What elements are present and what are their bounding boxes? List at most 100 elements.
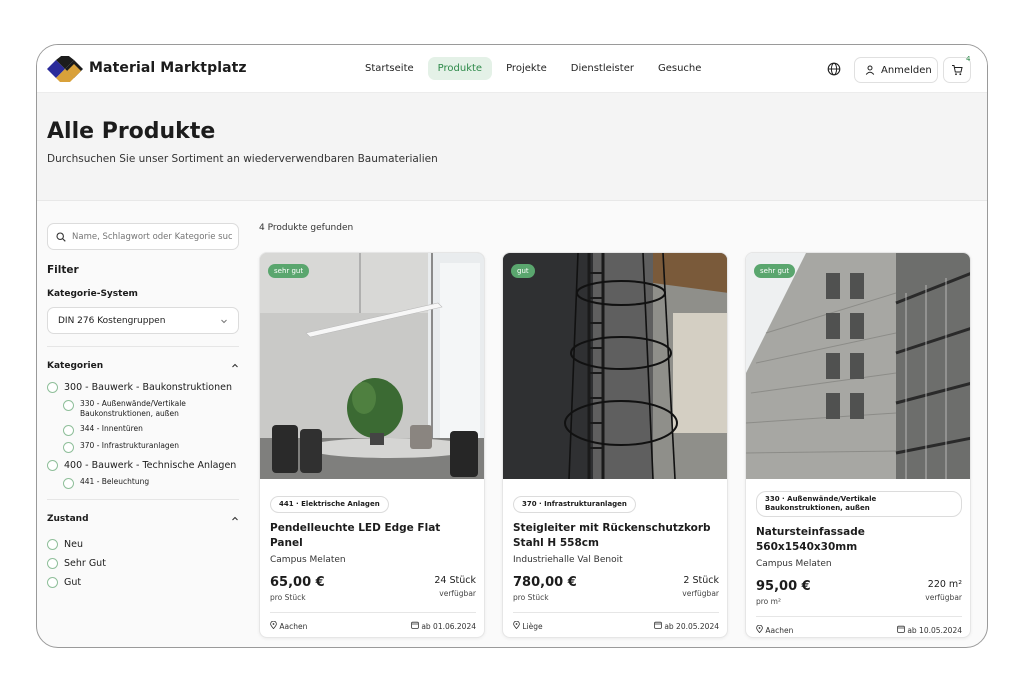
product-site: Campus Melaten: [756, 559, 832, 569]
product-quantity: 220 m²: [927, 579, 962, 590]
available-from-date: ab 10.05.2024: [907, 626, 962, 635]
nav-produkte[interactable]: Produkte: [427, 57, 493, 80]
category-system-label: Kategorie-System: [47, 289, 138, 299]
location-pin-icon: [513, 620, 520, 630]
product-price: 95,00 €: [756, 579, 811, 594]
condition-option-label: Sehr Gut: [64, 558, 106, 569]
card-footer: Aachen ab 01.06.2024: [270, 612, 476, 631]
product-image[interactable]: sehr gut: [260, 253, 484, 479]
condition-badge: gut: [511, 264, 535, 278]
availability-label: verfügbar: [925, 593, 962, 602]
globe-icon[interactable]: [827, 62, 841, 76]
radio-button[interactable]: [47, 382, 58, 393]
cart-icon: [952, 65, 963, 76]
card-footer: Liège ab 20.05.2024: [513, 612, 719, 631]
brand-logo[interactable]: [47, 56, 83, 82]
search-box[interactable]: [47, 223, 239, 250]
category-label: 370 - Infrastrukturanlagen: [80, 441, 180, 450]
category-option-330[interactable]: 330 - Außenwände/Vertikale Baukonstrukti…: [47, 399, 239, 419]
categories-section-toggle[interactable]: Kategorien: [47, 361, 239, 371]
category-option-400[interactable]: 400 - Bauwerk - Technische Anlagen: [47, 459, 239, 472]
condition-option-label: Gut: [64, 577, 82, 588]
login-label: Anmelden: [881, 64, 932, 76]
condition-option-gut[interactable]: Gut: [47, 576, 239, 589]
available-from-date: ab 01.06.2024: [421, 622, 476, 631]
radio-button[interactable]: [47, 558, 58, 569]
chevron-up-icon: [232, 363, 238, 368]
page-title: Alle Produkte: [47, 119, 216, 144]
main-nav: Startseite Produkte Projekte Dienstleist…: [355, 57, 711, 80]
calendar-icon: [654, 621, 662, 629]
radio-button[interactable]: [63, 442, 74, 453]
radio-button[interactable]: [63, 400, 74, 411]
nav-projekte[interactable]: Projekte: [496, 57, 557, 80]
product-card[interactable]: sehr gut 441 · Elektrische Anlagen Pende…: [259, 252, 485, 638]
cart-button[interactable]: 4: [943, 55, 971, 83]
product-quantity: 24 Stück: [434, 575, 476, 586]
divider: [47, 499, 239, 500]
calendar-icon: [897, 625, 905, 633]
cart-count-badge: 4: [966, 55, 971, 63]
category-label: 330 - Außenwände/Vertikale Baukonstrukti…: [80, 399, 186, 418]
page-hero: Alle Produkte Durchsuchen Sie unser Sort…: [37, 93, 987, 201]
radio-button[interactable]: [47, 539, 58, 550]
date-info: ab 01.06.2024: [411, 621, 476, 631]
available-from-date: ab 20.05.2024: [664, 622, 719, 631]
condition-option-neu[interactable]: Neu: [47, 538, 239, 551]
product-photo-lamp: [260, 253, 484, 479]
category-option-441[interactable]: 441 - Beleuchtung: [47, 477, 239, 489]
product-card[interactable]: sehr gut 330 · Außenwände/Vertikale Bauk…: [745, 252, 971, 638]
radio-button[interactable]: [47, 460, 58, 471]
condition-option-sehr-gut[interactable]: Sehr Gut: [47, 557, 239, 570]
product-quantity: 2 Stück: [683, 575, 719, 586]
availability-label: verfügbar: [439, 589, 476, 598]
price-unit: pro Stück: [513, 593, 549, 602]
radio-button[interactable]: [63, 478, 74, 489]
product-photo-facade: [746, 253, 970, 479]
calendar-icon: [411, 621, 419, 629]
radio-button[interactable]: [63, 425, 74, 436]
product-title[interactable]: Pendelleuchte LED Edge Flat Panel: [270, 521, 476, 551]
user-icon: [865, 65, 875, 75]
login-button[interactable]: Anmelden: [854, 57, 938, 83]
category-system-select[interactable]: DIN 276 Kostengruppen: [47, 307, 239, 334]
nav-gesuche[interactable]: Gesuche: [648, 57, 711, 80]
location-info: Aachen: [270, 620, 307, 631]
date-info: ab 20.05.2024: [654, 621, 719, 631]
app-window: Material Marktplatz Startseite Produkte …: [36, 44, 988, 648]
product-card-body: 441 · Elektrische Anlagen Pendelleuchte …: [270, 491, 476, 631]
category-tag: 370 · Infrastrukturanlagen: [513, 496, 636, 513]
divider: [47, 346, 239, 347]
price-row: 780,00 € pro Stück 2 Stück verfügbar: [513, 575, 719, 602]
card-footer: Aachen ab 10.05.2024: [756, 616, 962, 635]
product-price: 65,00 €: [270, 575, 325, 590]
category-label: 441 - Beleuchtung: [80, 477, 150, 486]
brand-name[interactable]: Material Marktplatz: [89, 60, 247, 76]
nav-dienstleister[interactable]: Dienstleister: [561, 57, 644, 80]
chevron-down-icon: [221, 319, 227, 323]
search-input[interactable]: [72, 231, 232, 242]
product-card[interactable]: gut 370 · Infrastrukturanlagen Steigleit…: [502, 252, 728, 638]
page-subtitle: Durchsuchen Sie unser Sortiment an wiede…: [47, 153, 438, 165]
product-card-body: 370 · Infrastrukturanlagen Steigleiter m…: [513, 491, 719, 631]
category-option-370[interactable]: 370 - Infrastrukturanlagen: [47, 441, 239, 453]
product-title[interactable]: Steigleiter mit Rückenschutzkorb Stahl H…: [513, 521, 719, 551]
date-info: ab 10.05.2024: [897, 625, 962, 635]
product-site: Industriehalle Val Benoit: [513, 555, 623, 565]
product-city: Liège: [522, 622, 543, 631]
search-icon: [56, 231, 66, 242]
category-option-344[interactable]: 344 - Innentüren: [47, 424, 239, 436]
nav-startseite[interactable]: Startseite: [355, 57, 424, 80]
condition-section-toggle[interactable]: Zustand: [47, 514, 239, 524]
category-label: 400 - Bauwerk - Technische Anlagen: [64, 460, 237, 471]
condition-label: Zustand: [47, 514, 89, 524]
category-option-300[interactable]: 300 - Bauwerk - Baukonstruktionen: [47, 381, 239, 394]
condition-badge: sehr gut: [754, 264, 796, 278]
location-info: Aachen: [756, 624, 793, 635]
radio-button[interactable]: [47, 577, 58, 588]
product-image[interactable]: gut: [503, 253, 727, 479]
product-photo-ladder: [503, 253, 727, 479]
product-title[interactable]: Natursteinfassade 560x1540x30mm: [756, 525, 962, 555]
product-image[interactable]: sehr gut: [746, 253, 970, 479]
location-info: Liège: [513, 620, 543, 631]
